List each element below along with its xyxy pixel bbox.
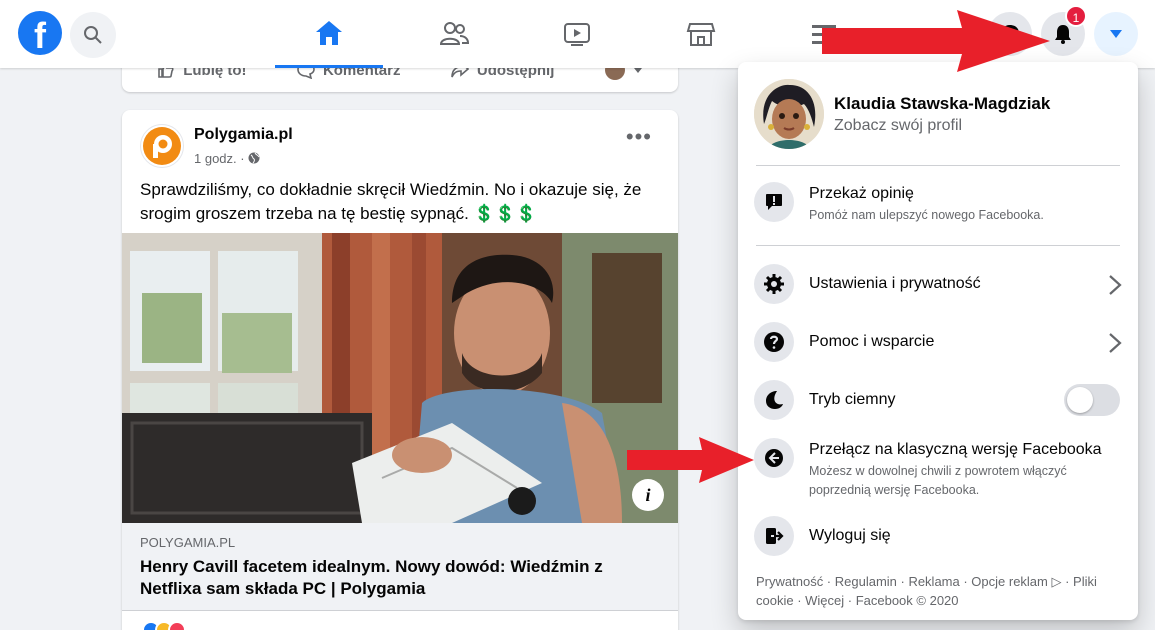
chevron-right-icon [1109, 275, 1122, 295]
post-options-button[interactable]: ••• [626, 126, 652, 148]
annotation-arrow-top [822, 10, 1050, 72]
profile-avatar [754, 79, 824, 149]
feedback-label: Przekaż opinię [809, 185, 914, 202]
tab-home[interactable] [275, 0, 383, 68]
marketplace-icon [686, 23, 716, 46]
menu-item-help[interactable]: Pomoc i wsparcie [754, 322, 1122, 362]
caret-down-icon [1110, 30, 1122, 38]
moon-icon [754, 380, 794, 420]
tab-friends[interactable] [400, 0, 508, 68]
post-link-image[interactable]: i [122, 233, 678, 523]
toggle-knob [1067, 387, 1093, 413]
menu-item-feedback[interactable]: Przekaż opinię Pomóż nam ulepszyć nowego… [754, 182, 1122, 225]
account-menu-button[interactable] [1094, 12, 1138, 56]
watch-icon [564, 23, 590, 46]
man-reading-paper-photo [122, 233, 678, 523]
menu-footer-links[interactable]: Prywatność · Regulamin · Reklama · Opcje… [756, 572, 1120, 610]
logout-icon [754, 516, 794, 556]
feedback-description: Pomóż nam ulepszyć nowego Facebooka. [809, 208, 1044, 222]
profile-subtitle: Zobacz swój profil [834, 116, 963, 134]
arrow-left-icon [754, 438, 794, 478]
info-button[interactable]: i [632, 479, 664, 511]
dark-mode-label: Tryb ciemny [809, 391, 896, 408]
link-domain: POLYGAMIA.PL [140, 535, 236, 550]
help-label: Pomoc i wsparcie [809, 333, 935, 350]
menu-item-logout[interactable]: Wyloguj się [754, 516, 1122, 556]
page-avatar[interactable] [140, 124, 184, 168]
menu-item-classic-facebook[interactable]: Przełącz na klasyczną wersję Facebooka M… [754, 438, 1122, 500]
annotation-arrow-classic [627, 437, 754, 483]
friends-icon [439, 22, 470, 45]
reaction-icons[interactable] [142, 621, 186, 630]
settings-label: Ustawienia i prywatność [809, 275, 981, 292]
feed-post: Polygamia.pl 1 godz. · ••• Sprawdziliśmy… [122, 110, 678, 630]
menu-divider [756, 165, 1120, 166]
chevron-right-icon [1109, 333, 1122, 353]
facebook-logo[interactable]: f [18, 11, 62, 55]
link-preview[interactable]: POLYGAMIA.PL Henry Cavill facetem idealn… [122, 523, 678, 611]
logout-label: Wyloguj się [809, 527, 891, 544]
search-icon [84, 26, 102, 44]
link-title: Henry Cavill facetem idealnym. Nowy dowó… [140, 557, 603, 598]
notification-badge: 1 [1065, 5, 1087, 27]
bell-icon [1055, 25, 1071, 44]
profile-name: Klaudia Stawska-Magdziak [834, 93, 1051, 113]
polygamia-logo-icon [143, 127, 181, 165]
menu-item-dark-mode[interactable]: Tryb ciemny [754, 380, 1122, 420]
profile-link[interactable]: Klaudia Stawska-Magdziak Zobacz swój pro… [754, 78, 1122, 150]
post-author[interactable]: Polygamia.pl [194, 126, 293, 144]
dark-mode-toggle[interactable] [1064, 384, 1120, 416]
cartoon-avatar-illustration [754, 79, 824, 149]
gear-icon [754, 264, 794, 304]
globe-icon [248, 152, 260, 164]
menu-divider [756, 245, 1120, 246]
feedback-icon [754, 182, 794, 222]
tab-marketplace[interactable] [647, 0, 755, 68]
classic-facebook-label: Przełącz na klasyczną wersję Facebooka [809, 441, 1102, 458]
tab-watch[interactable] [523, 0, 631, 68]
post-text: Sprawdziliśmy, co dokładnie skręcił Wied… [140, 180, 642, 223]
post-meta: 1 godz. · [194, 151, 260, 166]
menu-item-settings[interactable]: Ustawienia i prywatność [754, 264, 1122, 304]
home-icon [316, 20, 342, 45]
help-icon [754, 322, 794, 362]
love-reaction-icon [168, 621, 186, 630]
account-dropdown-menu: Klaudia Stawska-Magdziak Zobacz swój pro… [738, 62, 1138, 620]
post-time[interactable]: 1 godz. · [194, 151, 248, 166]
classic-facebook-description: Możesz w dowolnej chwili z powrotem włąc… [809, 464, 1067, 497]
search-button[interactable] [70, 12, 116, 58]
